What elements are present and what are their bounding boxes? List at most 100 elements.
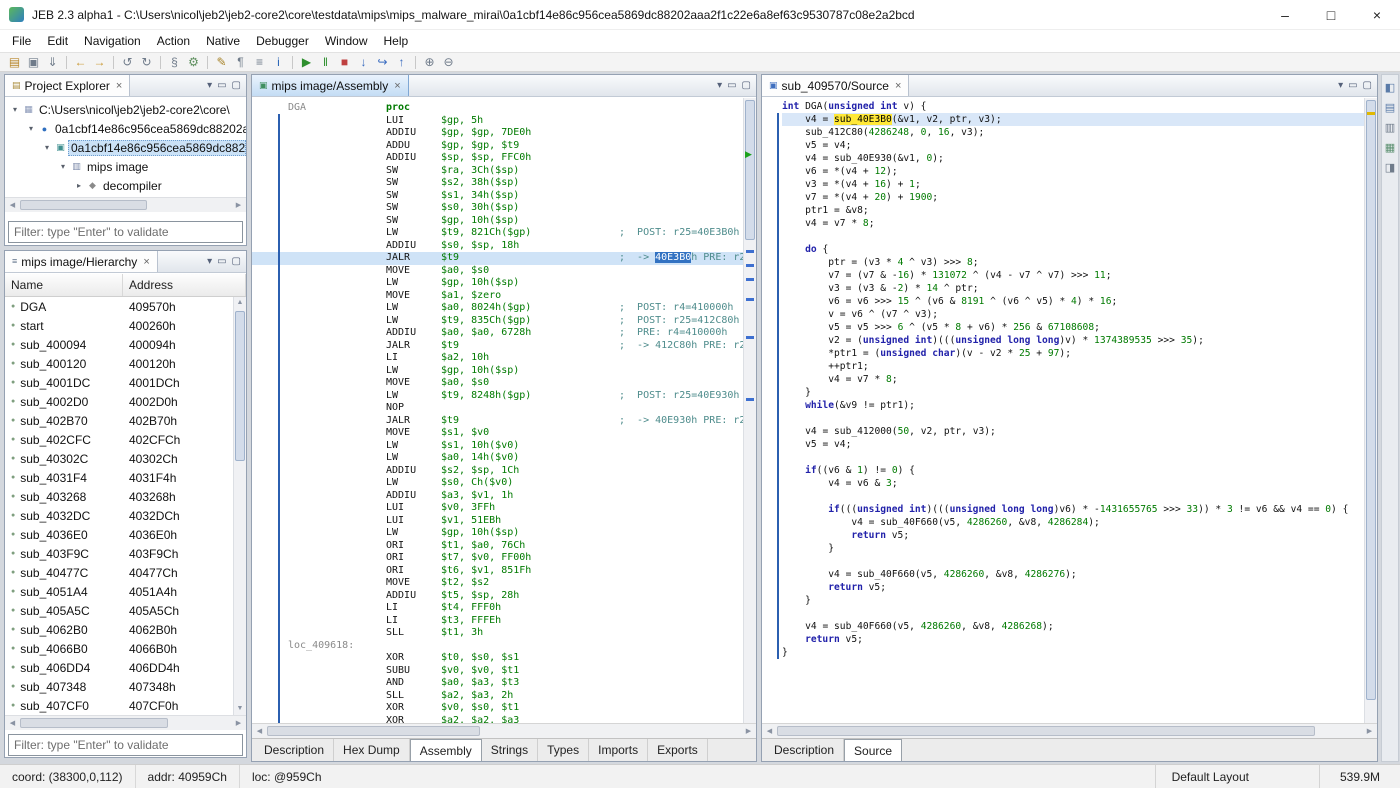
forward-icon[interactable]: → xyxy=(90,54,109,71)
debugger-pause-icon[interactable]: ‖ xyxy=(316,54,335,71)
scrollbar-thumb[interactable] xyxy=(235,311,245,461)
view-menu-icon[interactable]: ▾ xyxy=(207,256,212,267)
tree-item[interactable]: ▾▥mips image xyxy=(5,157,246,176)
assembly-line[interactable]: SW$s1, 34h($sp) xyxy=(252,190,743,203)
assembly-line[interactable]: SW$s0, 30h($sp) xyxy=(252,202,743,215)
scrollbar-thumb[interactable] xyxy=(745,100,755,240)
hierarchy-row[interactable]: ●sub_402B70402B70h xyxy=(5,411,233,430)
assembly-line[interactable]: XOR$t0, $s0, $s1 xyxy=(252,652,743,665)
source-line[interactable]: ++ptr1; xyxy=(782,360,1364,373)
tree-item[interactable]: ▾▦C:\Users\nicol\jeb2\jeb2-core2\core\ xyxy=(5,100,246,119)
tab-assembly[interactable]: Assembly xyxy=(410,739,482,761)
collapse-arrow-icon[interactable]: ▾ xyxy=(25,124,37,133)
maximize-panel-icon[interactable]: ▢ xyxy=(1363,80,1372,91)
scroll-right-icon[interactable]: ▶ xyxy=(1362,727,1377,735)
assembly-line[interactable]: ADDU$gp, $gp, $t9 xyxy=(252,140,743,153)
minimize-panel-icon[interactable]: ▭ xyxy=(727,80,736,91)
tab-assembly[interactable]: ▣ mips image/Assembly × xyxy=(252,75,409,96)
hierarchy-hscrollbar[interactable]: ◀ ▶ xyxy=(5,715,246,730)
view-menu-icon[interactable]: ▾ xyxy=(207,80,212,91)
assembly-line[interactable]: MOVE$a0, $s0 xyxy=(252,265,743,278)
assembly-line[interactable]: ORI$t1, $a0, 76Ch xyxy=(252,540,743,553)
hierarchy-row[interactable]: ●sub_4062B04062B0h xyxy=(5,620,233,639)
assembly-line[interactable]: ADDIU$a3, $v1, 1h xyxy=(252,490,743,503)
scroll-right-icon[interactable]: ▶ xyxy=(231,719,246,727)
hierarchy-row[interactable]: ●sub_406DD4406DD4h xyxy=(5,658,233,677)
scrollbar-thumb[interactable] xyxy=(20,200,147,210)
undo-icon[interactable]: ↺ xyxy=(118,54,137,71)
hierarchy-row[interactable]: ●sub_4001DC4001DCh xyxy=(5,373,233,392)
close-tab-icon[interactable]: × xyxy=(895,80,901,92)
source-line[interactable]: v4 = v6 & 3; xyxy=(782,477,1364,490)
hierarchy-row[interactable]: ●sub_400120400120h xyxy=(5,354,233,373)
source-line[interactable]: if((v6 & 1) != 0) { xyxy=(782,464,1364,477)
source-line[interactable]: while(&v9 != ptr1); xyxy=(782,399,1364,412)
expand-arrow-icon[interactable]: ▸ xyxy=(73,181,85,190)
scroll-left-icon[interactable]: ◀ xyxy=(252,727,267,735)
source-line[interactable]: v4 = sub_412000(50, v2, ptr, v3); xyxy=(782,425,1364,438)
assembly-line[interactable]: SW$gp, 10h($sp) xyxy=(252,215,743,228)
comment-icon[interactable]: ¶ xyxy=(231,54,250,71)
assembly-line[interactable]: XOR$v0, $s0, $t1 xyxy=(252,702,743,715)
source-line[interactable]: v6 = v6 >>> 15 ^ (v6 & 8191 ^ (v6 ^ v5) … xyxy=(782,295,1364,308)
assembly-line[interactable]: JALR$t9; -> 40E930h PRE: r25 xyxy=(252,415,743,428)
menu-edit[interactable]: Edit xyxy=(39,31,76,51)
tree-item[interactable]: ▾●0a1cbf14e86c956cea5869dc88202aaa2f1c22… xyxy=(5,119,246,138)
maximize-panel-icon[interactable]: ▢ xyxy=(232,256,241,267)
source-line[interactable]: sub_412C80(4286248, 0, 16, v3); xyxy=(782,126,1364,139)
source-line[interactable]: v4 = sub_40F660(v5, 4286260, &v8, 428628… xyxy=(782,516,1364,529)
assembly-line[interactable]: LW$gp, 10h($sp) xyxy=(252,277,743,290)
scroll-right-icon[interactable]: ▶ xyxy=(231,201,246,209)
assembly-line[interactable]: SLL$t1, 3h xyxy=(252,627,743,640)
source-hscrollbar[interactable]: ◀ ▶ xyxy=(762,723,1377,738)
source-line[interactable] xyxy=(782,412,1364,425)
hierarchy-row[interactable]: ●sub_405A5C405A5Ch xyxy=(5,601,233,620)
source-line[interactable] xyxy=(782,451,1364,464)
hierarchy-row[interactable]: ●sub_402CFC402CFCh xyxy=(5,430,233,449)
tree-item[interactable]: ▸◆decompiler xyxy=(5,176,246,195)
source-line[interactable]: return v5; xyxy=(782,581,1364,594)
source-line[interactable]: v4 = sub_40E930(&v1, 0); xyxy=(782,152,1364,165)
menu-help[interactable]: Help xyxy=(376,31,417,51)
assembly-line[interactable]: ORI$t6, $v1, 851Fh xyxy=(252,565,743,578)
source-line[interactable]: v5 = v5 >>> 6 ^ (v5 * 8 + v6) * 256 & 67… xyxy=(782,321,1364,334)
step-into-icon[interactable]: ↓ xyxy=(354,54,373,71)
minimized-view-icon-1[interactable]: ▤ xyxy=(1382,99,1398,115)
tab-hierarchy[interactable]: ≡ mips image/Hierarchy × xyxy=(5,251,158,272)
source-line[interactable] xyxy=(782,490,1364,503)
tab-hex-dump[interactable]: Hex Dump xyxy=(334,739,410,761)
hierarchy-row[interactable]: ●sub_407348407348h xyxy=(5,677,233,696)
assembly-line[interactable]: MOVE$t2, $s2 xyxy=(252,577,743,590)
zoom-out-icon[interactable]: ⊖ xyxy=(439,54,458,71)
minimized-view-icon-2[interactable]: ▥ xyxy=(1382,119,1398,135)
menu-navigation[interactable]: Navigation xyxy=(76,31,149,51)
export-icon[interactable]: ⇓ xyxy=(43,54,62,71)
source-line[interactable]: return v5; xyxy=(782,633,1364,646)
menu-file[interactable]: File xyxy=(4,31,39,51)
source-line[interactable]: ptr1 = &v8; xyxy=(782,204,1364,217)
minimize-panel-icon[interactable]: ▭ xyxy=(1348,80,1357,91)
collapse-arrow-icon[interactable]: ▾ xyxy=(57,162,69,171)
minimized-view-icon-4[interactable]: ◨ xyxy=(1382,159,1398,175)
minimize-panel-icon[interactable]: ▭ xyxy=(217,80,226,91)
assembly-line[interactable]: MOVE$a0, $s0 xyxy=(252,377,743,390)
assembly-line[interactable]: ADDIU$t5, $sp, 28h xyxy=(252,590,743,603)
assembly-line[interactable]: LW$t9, 835Ch($gp); POST: r25=412C80h xyxy=(252,315,743,328)
assembly-line[interactable]: ADDIU$sp, $sp, FFC0h xyxy=(252,152,743,165)
menu-native[interactable]: Native xyxy=(198,31,248,51)
scroll-up-icon[interactable]: ▲ xyxy=(234,297,246,309)
source-line[interactable]: } xyxy=(782,594,1364,607)
source-line[interactable]: } xyxy=(782,542,1364,555)
assembly-line[interactable]: LW$s1, 10h($v0) xyxy=(252,440,743,453)
source-line[interactable]: ptr = (v3 * 4 ^ v3) >>> 8; xyxy=(782,256,1364,269)
assembly-line[interactable]: LW$gp, 10h($sp) xyxy=(252,365,743,378)
source-line[interactable]: v3 = (v3 & -2) * 14 ^ ptr; xyxy=(782,282,1364,295)
assembly-line[interactable]: LW$gp, 10h($sp) xyxy=(252,527,743,540)
assembly-line[interactable]: SW$ra, 3Ch($sp) xyxy=(252,165,743,178)
assembly-line[interactable]: LW$a0, 8024h($gp); POST: r4=410000h xyxy=(252,302,743,315)
menu-action[interactable]: Action xyxy=(149,31,198,51)
source-line[interactable]: v6 = *(v4 + 12); xyxy=(782,165,1364,178)
source-line[interactable]: v5 = v4; xyxy=(782,139,1364,152)
menu-debugger[interactable]: Debugger xyxy=(248,31,317,51)
hierarchy-row[interactable]: ●sub_4066B04066B0h xyxy=(5,639,233,658)
